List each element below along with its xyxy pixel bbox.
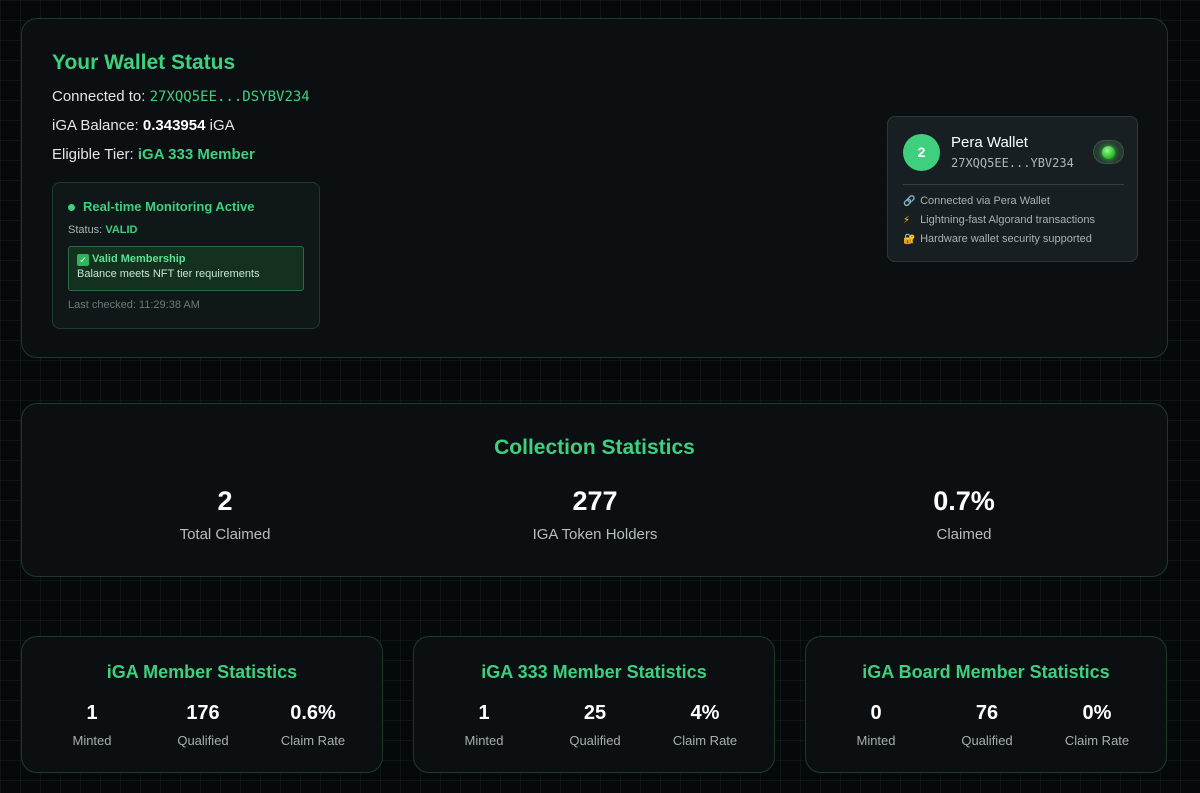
status-label: Status:	[68, 224, 103, 236]
tier-stat-value: 25	[583, 702, 607, 724]
tier-stat-qualified: 176 Qualified	[148, 702, 258, 748]
connected-indicator-icon	[1102, 146, 1115, 159]
monitoring-panel: Real-time Monitoring Active Status: VALI…	[52, 182, 320, 329]
valid-membership-desc: Balance meets NFT tier requirements	[77, 268, 260, 280]
tier-stat-value: 176	[186, 702, 220, 724]
tier-stat-value: 0.6%	[290, 702, 336, 724]
tier-stat-label: Qualified	[961, 733, 1013, 748]
tier-line: Eligible Tier: iGA 333 Member	[52, 146, 255, 163]
stat-value: 2	[217, 486, 233, 516]
balance-line: iGA Balance: 0.343954 iGA	[52, 117, 235, 134]
tier-stat-minted: 1 Minted	[429, 702, 539, 748]
stat-value: 277	[572, 486, 618, 516]
tier-stat-claim-rate: 0.6% Claim Rate	[258, 702, 368, 748]
tier-stat-label: Claim Rate	[1064, 733, 1130, 748]
feature-text: Lightning-fast Algorand transactions	[920, 214, 1095, 226]
tier-stat-value: 1	[86, 702, 98, 724]
tier-stat-value: 76	[975, 702, 999, 724]
connected-line: Connected to: 27XQQ5EE...DSYBV234	[52, 88, 310, 105]
collection-statistics-card: Collection Statistics 2 Total Claimed 27…	[21, 403, 1168, 577]
collection-statistics-title: Collection Statistics	[494, 436, 695, 459]
tier-card-member: iGA Member Statistics 1 Minted 176 Quali…	[21, 636, 383, 773]
tier-stat-value: 0%	[1082, 702, 1112, 724]
valid-membership-title: ✓ Valid Membership	[77, 253, 295, 266]
feature-text: Hardware wallet security supported	[920, 233, 1092, 245]
stat-claimed-percent: 0.7% Claimed	[814, 486, 1114, 543]
connected-label: Connected to:	[52, 88, 146, 105]
check-icon: ✓	[77, 254, 89, 266]
tier-card-board-member: iGA Board Member Statistics 0 Minted 76 …	[805, 636, 1167, 773]
tier-card-333-member: iGA 333 Member Statistics 1 Minted 25 Qu…	[413, 636, 775, 773]
status-dot-icon	[68, 204, 75, 211]
stat-token-holders: 277 IGA Token Holders	[445, 486, 745, 543]
stat-label: IGA Token Holders	[532, 526, 658, 543]
tier-stat-minted: 0 Minted	[821, 702, 931, 748]
balance-label: iGA Balance:	[52, 117, 139, 134]
wallet-status-title: Your Wallet Status	[52, 51, 236, 74]
feature-text: Connected via Pera Wallet	[920, 195, 1050, 207]
wallet-avatar: 2	[903, 134, 940, 171]
tier-stat-label: Qualified	[569, 733, 621, 748]
last-checked: Last checked: 11:29:38 AM	[68, 299, 200, 311]
link-icon: 🔗	[903, 196, 916, 207]
tier-value: iGA 333 Member	[137, 146, 255, 163]
stat-label: Total Claimed	[179, 526, 271, 543]
tier-stat-claim-rate: 4% Claim Rate	[650, 702, 760, 748]
wallet-status-card: Your Wallet Status Connected to: 27XQQ5E…	[21, 18, 1168, 358]
status-value: VALID	[105, 224, 138, 236]
stat-total-claimed: 2 Total Claimed	[75, 486, 375, 543]
valid-membership-box: ✓ Valid Membership Balance meets NFT tier…	[68, 246, 304, 291]
tier-stat-label: Minted	[856, 733, 896, 748]
tier-stat-qualified: 76 Qualified	[932, 702, 1042, 748]
connected-address: 27XQQ5EE...DSYBV234	[149, 89, 310, 105]
divider	[903, 184, 1124, 185]
pera-wallet-card: 2 Pera Wallet 27XQQ5EE...YBV234 🔗 Connec…	[887, 116, 1138, 262]
feature-security: 🔐 Hardware wallet security supported	[903, 233, 1092, 245]
tier-stat-minted: 1 Minted	[37, 702, 147, 748]
balance-value: 0.343954	[142, 117, 206, 134]
tier-stat-claim-rate: 0% Claim Rate	[1042, 702, 1152, 748]
lightning-icon: ⚡	[903, 215, 911, 226]
balance-unit: iGA	[209, 117, 235, 134]
feature-lightning: ⚡ Lightning-fast Algorand transactions	[903, 214, 1095, 226]
tier-stat-qualified: 25 Qualified	[540, 702, 650, 748]
tier-title: iGA Member Statistics	[106, 662, 298, 682]
stat-label: Claimed	[936, 526, 992, 543]
valid-membership-label: Valid Membership	[92, 253, 186, 265]
tier-stat-label: Minted	[464, 733, 504, 748]
tier-label: Eligible Tier:	[52, 146, 134, 163]
monitoring-title: Real-time Monitoring Active	[83, 199, 255, 214]
wallet-name: Pera Wallet	[951, 134, 1028, 151]
stat-value: 0.7%	[933, 486, 995, 516]
tier-stat-label: Claim Rate	[280, 733, 346, 748]
tier-stat-label: Qualified	[177, 733, 229, 748]
tier-title: iGA Board Member Statistics	[862, 662, 1110, 682]
connection-status-toggle[interactable]	[1093, 140, 1124, 164]
wallet-address: 27XQQ5EE...YBV234	[951, 156, 1074, 170]
feature-connected: 🔗 Connected via Pera Wallet	[903, 195, 1050, 207]
tier-stat-value: 4%	[690, 702, 720, 724]
tier-stat-value: 0	[870, 702, 882, 724]
lock-icon: 🔐	[903, 234, 916, 245]
monitoring-status: Status: VALID	[68, 224, 138, 236]
tier-stat-label: Minted	[72, 733, 112, 748]
tier-stat-value: 1	[478, 702, 490, 724]
tier-title: iGA 333 Member Statistics	[481, 662, 707, 682]
tier-stat-label: Claim Rate	[672, 733, 738, 748]
